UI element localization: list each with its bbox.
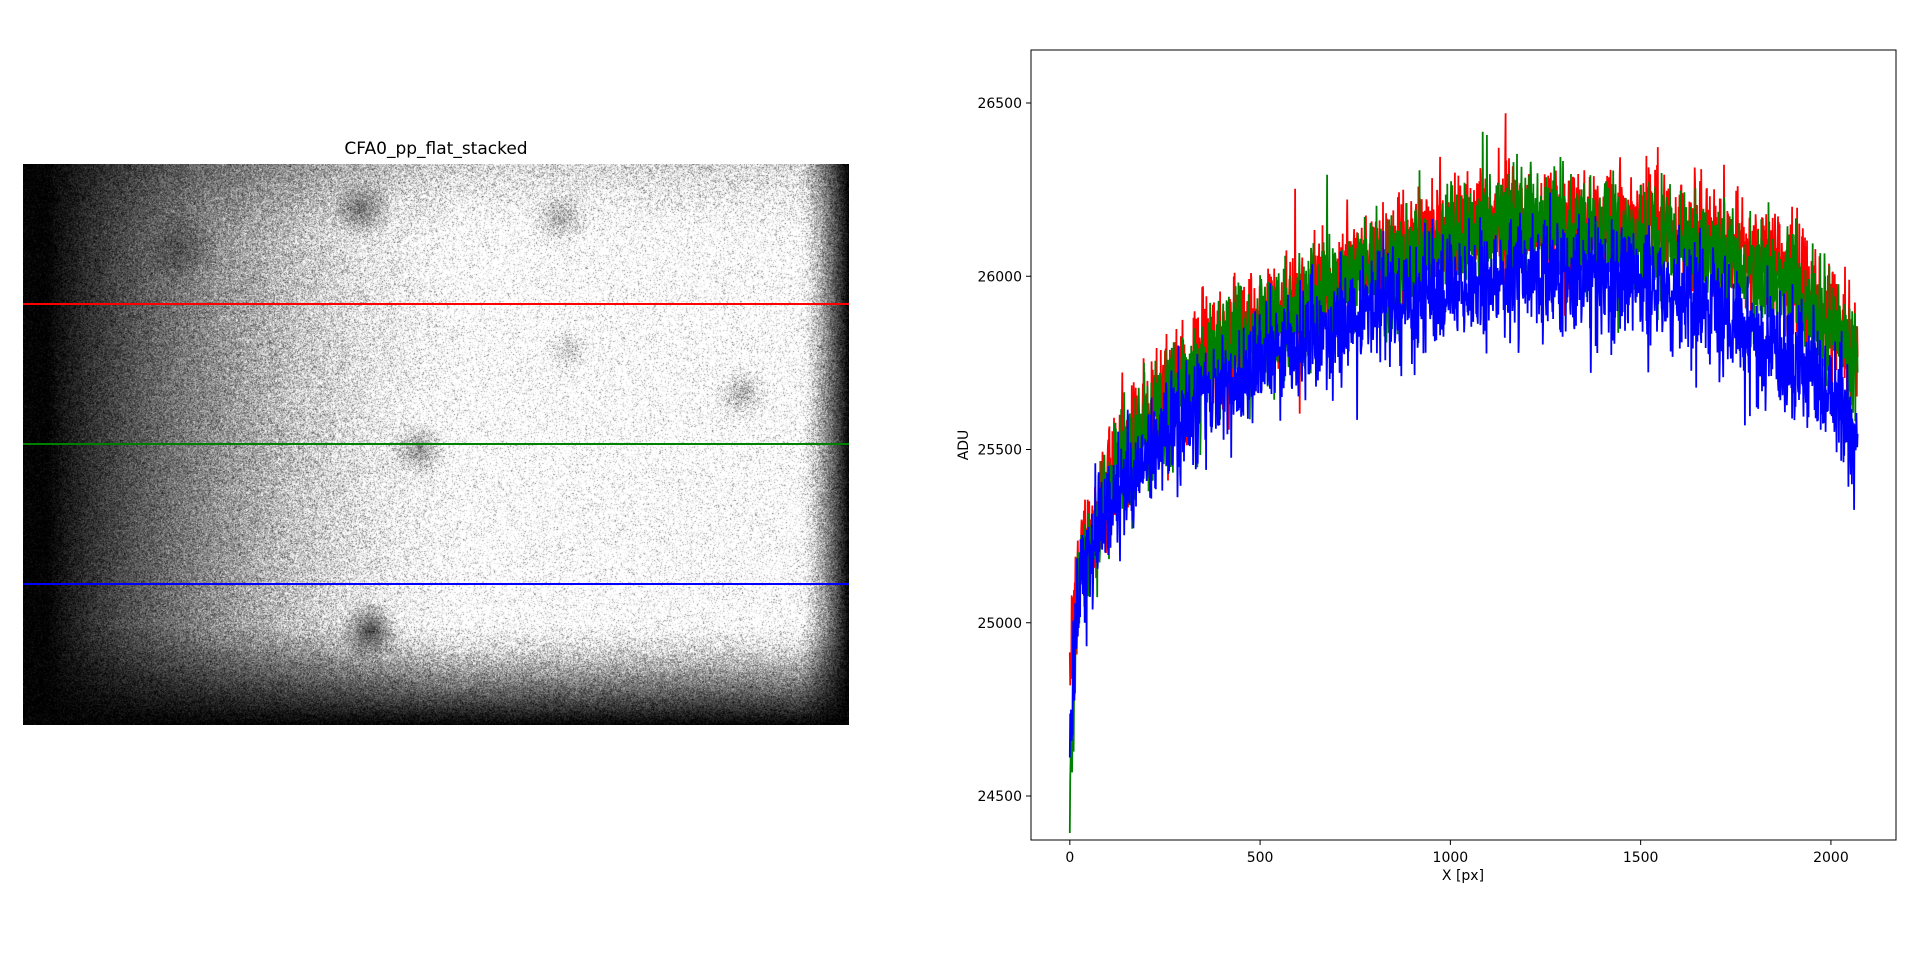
y-tick-label: 26500 — [977, 96, 1022, 112]
y-tick-label: 24500 — [977, 789, 1022, 805]
x-tick-label: 1500 — [1623, 850, 1659, 866]
x-tick-label: 500 — [1247, 850, 1274, 866]
x-tick-label: 1000 — [1433, 850, 1469, 866]
x-tick-label: 0 — [1065, 850, 1074, 866]
x-axis-label: X [px] — [1442, 868, 1484, 884]
row-markers — [23, 303, 849, 585]
y-axis-label: ADU — [956, 430, 972, 461]
x-axis: 0 500 1000 1500 2000 — [1065, 840, 1849, 866]
profile-chart: 0 500 1000 1500 2000 24500 25000 25500 26000 265… — [23, 49, 1897, 884]
y-tick-label: 25000 — [977, 616, 1022, 632]
y-axis: 24500 25000 25500 26000 26500 — [977, 96, 1031, 805]
series-line-green-row — [1068, 131, 1859, 834]
y-tick-label: 25500 — [977, 443, 1022, 459]
series-group — [1068, 113, 1859, 834]
x-tick-label: 2000 — [1813, 850, 1849, 866]
y-tick-label: 26000 — [977, 269, 1022, 285]
